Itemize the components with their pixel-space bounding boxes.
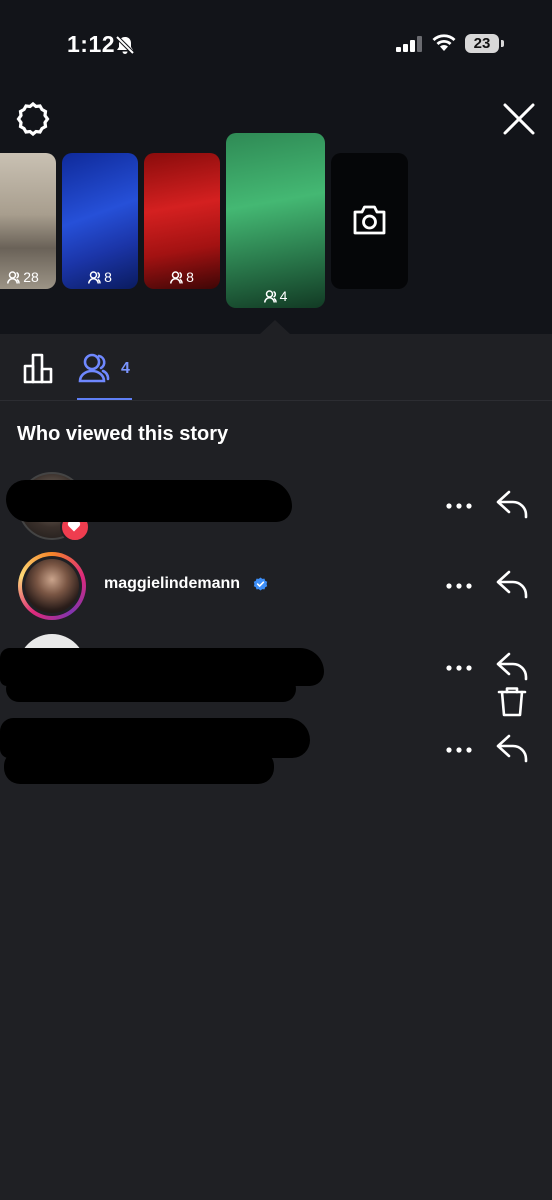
people-icon <box>263 290 277 303</box>
story-viewer-count: 28 <box>0 269 56 285</box>
reply-icon[interactable] <box>495 488 529 520</box>
bar-chart-icon[interactable] <box>22 352 56 384</box>
viewer-row[interactable] <box>0 628 552 708</box>
more-options-icon[interactable] <box>445 658 473 678</box>
add-story-button[interactable] <box>331 153 408 289</box>
story-viewer-count: 8 <box>144 269 220 285</box>
close-icon[interactable] <box>499 99 539 139</box>
story-thumbnail[interactable]: 8 <box>144 153 220 289</box>
camera-icon <box>353 205 386 235</box>
people-icon <box>88 271 101 284</box>
redaction <box>30 506 280 522</box>
verified-badge-icon <box>253 577 268 591</box>
section-title: Who viewed this story <box>17 423 229 445</box>
viewer-row[interactable] <box>0 466 552 546</box>
story-header: 1:12 23 28 8 8 4 <box>0 0 552 334</box>
selected-story-pointer <box>260 320 290 334</box>
more-options-icon[interactable] <box>445 740 473 760</box>
viewer-row[interactable]: maggielindemann <box>0 546 552 626</box>
viewer-tabs <box>0 334 552 717</box>
status-time: 1:12 <box>67 31 116 57</box>
battery-level: 23 <box>473 35 491 52</box>
redaction <box>6 676 296 702</box>
viewer-username[interactable]: maggielindemann <box>104 575 240 593</box>
avatar[interactable] <box>18 552 86 620</box>
bell-slash-icon <box>115 35 135 55</box>
story-thumbnail[interactable]: 8 <box>62 153 138 289</box>
more-options-icon[interactable] <box>445 576 473 596</box>
story-thumbnail-selected[interactable]: 4 <box>226 133 325 308</box>
people-icon <box>170 271 183 284</box>
more-options-icon[interactable] <box>445 496 473 516</box>
story-thumbnail[interactable]: 28 <box>0 153 56 289</box>
story-viewer-count: 4 <box>226 288 325 304</box>
gear-icon[interactable] <box>14 100 52 138</box>
status-bar: 1:12 23 <box>0 0 552 90</box>
wifi-icon <box>432 34 456 51</box>
reply-icon[interactable] <box>495 732 529 764</box>
story-viewer-count: 8 <box>62 269 138 285</box>
people-icon <box>78 353 110 383</box>
signal-icon <box>396 36 422 52</box>
reply-icon[interactable] <box>495 568 529 600</box>
redaction <box>4 750 274 784</box>
viewer-count: 4 <box>121 360 130 377</box>
reply-icon[interactable] <box>495 650 529 682</box>
people-icon <box>7 271 20 284</box>
viewer-row[interactable] <box>0 710 552 790</box>
